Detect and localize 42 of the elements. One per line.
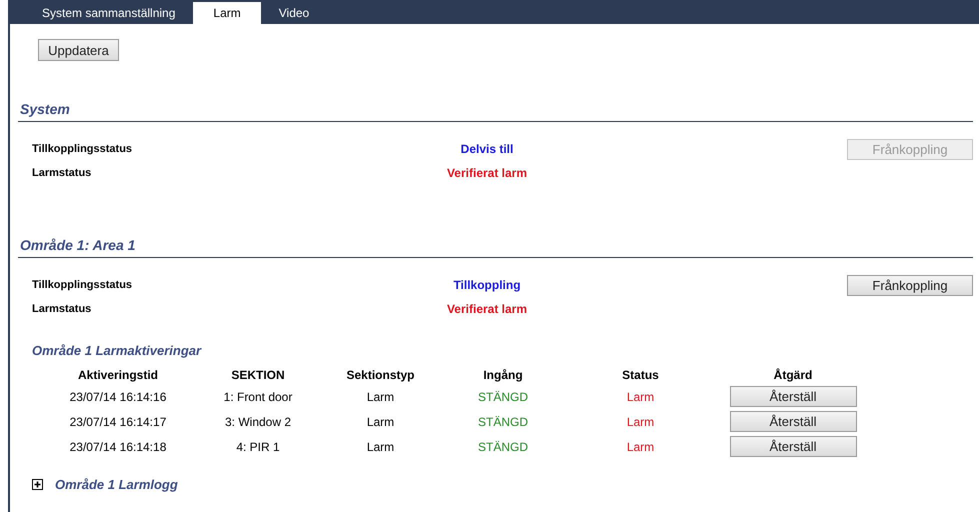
subsection-title: Område 1 Larmaktiveringar [32,343,203,358]
table-cell: Larm [626,390,654,404]
status-value: Delvis till [460,142,514,156]
table-cell: STÄNGD [478,414,528,428]
refresh-button[interactable]: Uppdatera [38,39,119,61]
table-cell: Larm [626,440,654,454]
table-cell: Larm [626,414,654,428]
table-cell: 23/07/14 16:14:16 [70,390,166,404]
status-label: Larmstatus [32,303,92,315]
status-label: Tillkopplingsstatus [32,143,134,155]
column-header: Ingång [483,368,523,382]
tab[interactable]: Larm [193,2,261,24]
tab[interactable]: System sammanställning [24,2,194,24]
log-title[interactable]: Område 1 Larmlogg [55,477,178,492]
column-header: Åtgärd [774,368,812,382]
column-header: SEKTION [231,368,285,382]
table-cell: STÄNGD [478,390,528,404]
expand-icon[interactable] [32,479,43,490]
disarm-button[interactable]: Frånkoppling [847,274,973,296]
section-title: Område 1: Area 1 [18,237,973,258]
column-header: Status [622,368,659,382]
table-cell: 23/07/14 16:14:17 [70,414,166,428]
status-label: Tillkopplingsstatus [32,279,134,291]
status-value: Tillkoppling [452,278,522,292]
table-cell: 3: Window 2 [224,414,292,428]
status-label: Larmstatus [32,167,92,179]
table-cell: STÄNGD [478,440,528,454]
table-cell: 23/07/14 16:14:18 [70,440,166,454]
table-cell: 4: PIR 1 [236,440,280,454]
status-value: Verifierat larm [446,302,528,316]
table-cell: Larm [366,414,394,428]
table-cell: Larm [366,440,394,454]
column-header: Aktiveringstid [78,368,158,382]
section-title: System [18,101,973,122]
tab[interactable]: Video [260,2,328,24]
table-cell: Larm [366,390,394,404]
column-header: Sektionstyp [346,368,414,382]
reset-button[interactable]: Återställ [730,386,856,407]
reset-button[interactable]: Återställ [730,411,856,432]
table-cell: 1: Front door [224,390,292,404]
status-value: Verifierat larm [446,166,528,180]
reset-button[interactable]: Återställ [730,436,856,457]
